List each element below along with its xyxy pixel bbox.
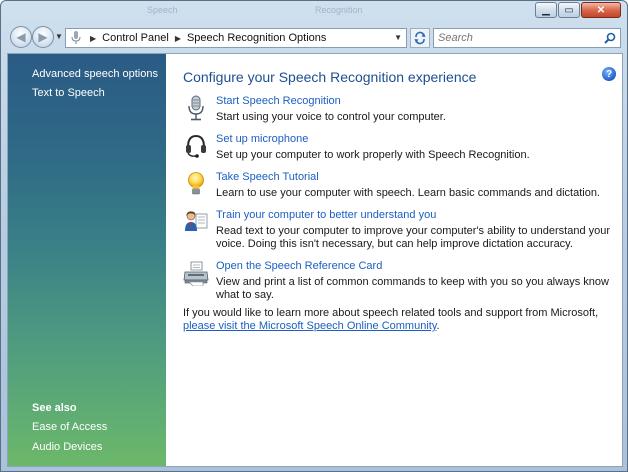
search-input[interactable] [438, 32, 598, 44]
recent-pages-dropdown-icon[interactable]: ▼ [55, 32, 63, 41]
sidebar-item-text-to-speech[interactable]: Text to Speech [32, 87, 105, 99]
forward-arrow-icon: ▶ [38, 30, 48, 44]
sidebar-item-advanced-speech-options[interactable]: Advanced speech options [32, 68, 158, 80]
sidebar-item-ease-of-access[interactable]: Ease of Access [32, 421, 107, 433]
footer-text: If you would like to learn more about sp… [183, 307, 599, 319]
help-icon[interactable]: ? [602, 67, 616, 81]
footer-period: . [436, 320, 440, 332]
breadcrumb-control-panel[interactable]: Control Panel [102, 32, 169, 44]
back-arrow-icon: ◀ [16, 30, 26, 44]
sidebar-item-audio-devices[interactable]: Audio Devices [32, 441, 102, 453]
client-area: Advanced speech options Text to Speech S… [7, 53, 623, 467]
start-speech-recognition-link[interactable]: Start Speech Recognition [216, 95, 341, 107]
see-also-heading: See also [32, 402, 77, 414]
set-up-microphone-link[interactable]: Set up microphone [216, 133, 308, 145]
refresh-button[interactable] [410, 28, 430, 48]
control-panel-microphone-icon [68, 30, 84, 46]
microphone-icon [183, 95, 209, 121]
take-speech-tutorial-link[interactable]: Take Speech Tutorial [216, 171, 319, 183]
search-box[interactable] [433, 28, 621, 48]
maximize-button[interactable]: ▭ [558, 2, 580, 18]
headset-icon [183, 133, 209, 159]
open-reference-card-link[interactable]: Open the Speech Reference Card [216, 260, 382, 272]
ghost-title-2: Recognition [315, 5, 363, 15]
train-computer-link[interactable]: Train your computer to better understand… [216, 209, 436, 221]
page-title: Configure your Speech Recognition experi… [183, 69, 477, 85]
printer-icon [183, 260, 209, 287]
user-train-icon [183, 209, 209, 235]
window: Speech Recognition ▁ ▭ ✕ ◀ ▶ ▼ ▶ Control… [0, 0, 628, 472]
close-button[interactable]: ✕ [581, 2, 621, 18]
forward-button[interactable]: ▶ [32, 26, 54, 48]
minimize-button[interactable]: ▁ [535, 2, 557, 18]
lightbulb-icon [183, 171, 209, 197]
open-reference-card-description: View and print a list of common commands… [216, 276, 609, 301]
navigation-bar: ◀ ▶ ▼ ▶ Control Panel ▶ Speech Recogniti… [1, 23, 627, 51]
breadcrumb-chevron-icon[interactable]: ▶ [175, 34, 181, 43]
address-dropdown-icon[interactable]: ▼ [394, 33, 402, 42]
back-button[interactable]: ◀ [10, 26, 32, 48]
train-computer-description: Read text to your computer to improve yo… [216, 225, 611, 250]
set-up-microphone-description: Set up your computer to work properly wi… [216, 149, 530, 161]
breadcrumb-chevron-icon[interactable]: ▶ [90, 34, 96, 43]
refresh-icon [414, 31, 426, 45]
address-bar[interactable]: ▶ Control Panel ▶ Speech Recognition Opt… [65, 28, 407, 48]
main-content: Configure your Speech Recognition experi… [166, 54, 622, 466]
take-speech-tutorial-description: Learn to use your computer with speech. … [216, 187, 600, 199]
breadcrumb-speech-recognition-options[interactable]: Speech Recognition Options [187, 32, 326, 44]
task-sidebar: Advanced speech options Text to Speech S… [8, 54, 166, 466]
speech-online-community-link[interactable]: please visit the Microsoft Speech Online… [183, 320, 437, 332]
caption-buttons: ▁ ▭ ✕ [535, 2, 621, 18]
ghost-title-1: Speech [147, 5, 178, 15]
title-bar[interactable]: Speech Recognition ▁ ▭ ✕ [1, 1, 627, 23]
start-speech-recognition-description: Start using your voice to control your c… [216, 111, 446, 123]
footer-note: If you would like to learn more about sp… [183, 307, 613, 333]
search-icon[interactable] [604, 32, 616, 47]
